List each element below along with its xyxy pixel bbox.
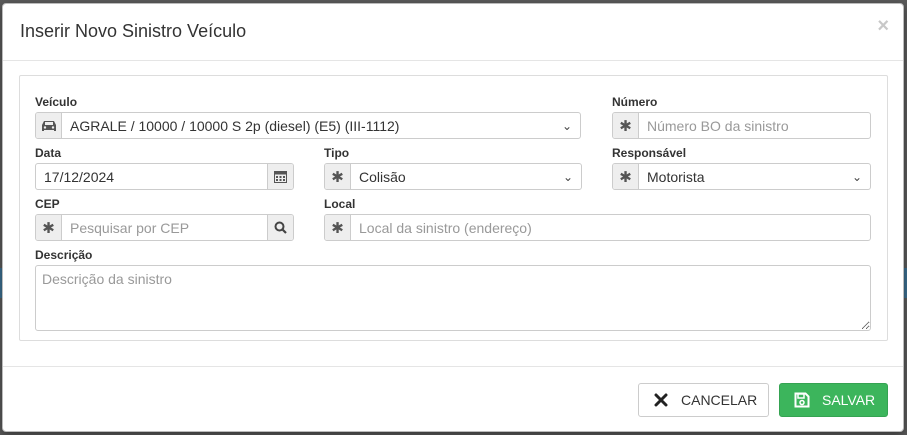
asterisk-icon: ✱ [325, 215, 351, 240]
local-field: Local ✱ [324, 197, 871, 241]
numero-input[interactable] [639, 113, 870, 138]
form-panel: Veículo AGRALE / 10000 / 10000 S 2p (die… [19, 75, 888, 341]
cep-label: CEP [35, 197, 60, 211]
local-input[interactable] [351, 215, 870, 240]
tipo-group: ✱ Colisão ⌄ [324, 163, 582, 190]
veiculo-group: AGRALE / 10000 / 10000 S 2p (diesel) (E5… [35, 112, 581, 139]
car-icon [36, 113, 62, 138]
asterisk-icon: ✱ [325, 164, 351, 189]
veiculo-field: Veículo AGRALE / 10000 / 10000 S 2p (die… [35, 95, 581, 139]
responsavel-field: Responsável ✱ Motorista ⌄ [612, 146, 871, 190]
data-label: Data [35, 146, 62, 160]
descricao-field: Descrição [35, 248, 871, 331]
modal-dialog: Inserir Novo Sinistro Veículo × Veículo … [2, 3, 904, 432]
search-icon[interactable] [267, 215, 293, 240]
save-label: SALVAR [822, 392, 876, 408]
tipo-value: Colisão [359, 168, 406, 185]
descricao-label: Descrição [35, 248, 93, 262]
asterisk-icon: ✱ [613, 164, 639, 189]
cep-group: ✱ [35, 214, 294, 241]
cancel-label: CANCELAR [681, 392, 758, 408]
close-icon[interactable]: × [877, 16, 889, 36]
responsavel-group: ✱ Motorista ⌄ [612, 163, 871, 190]
veiculo-label: Veículo [35, 95, 78, 109]
modal-title: Inserir Novo Sinistro Veículo [20, 21, 247, 41]
numero-group: ✱ [612, 112, 871, 139]
chevron-down-icon: ⌄ [851, 169, 862, 184]
local-label: Local [324, 197, 356, 211]
asterisk-icon: ✱ [613, 113, 639, 138]
save-button[interactable]: SALVAR [779, 383, 888, 417]
local-group: ✱ [324, 214, 871, 241]
veiculo-value: AGRALE / 10000 / 10000 S 2p (diesel) (E5… [70, 117, 400, 134]
modal-footer: CANCELAR SALVAR [3, 366, 903, 431]
asterisk-icon: ✱ [36, 215, 62, 240]
descricao-textarea[interactable] [35, 265, 871, 331]
cep-input[interactable] [62, 215, 267, 240]
tipo-select[interactable]: Colisão ⌄ [351, 164, 581, 189]
tipo-field: Tipo ✱ Colisão ⌄ [324, 146, 582, 190]
data-field: Data [35, 146, 294, 190]
calendar-icon[interactable] [267, 164, 293, 189]
veiculo-select[interactable]: AGRALE / 10000 / 10000 S 2p (diesel) (E5… [62, 113, 580, 138]
floppy-icon [792, 392, 812, 408]
responsavel-value: Motorista [647, 168, 705, 185]
responsavel-select[interactable]: Motorista ⌄ [639, 164, 870, 189]
cep-field: CEP ✱ [35, 197, 294, 241]
modal-header: Inserir Novo Sinistro Veículo × [3, 4, 903, 61]
data-group [35, 163, 294, 190]
cancel-button[interactable]: CANCELAR [638, 383, 769, 417]
data-input[interactable] [36, 164, 267, 189]
numero-field: Número ✱ [612, 95, 871, 139]
x-icon [651, 393, 671, 407]
chevron-down-icon: ⌄ [561, 118, 572, 133]
numero-label: Número [612, 95, 658, 109]
responsavel-label: Responsável [612, 146, 687, 160]
chevron-down-icon: ⌄ [562, 169, 573, 184]
tipo-label: Tipo [324, 146, 350, 160]
